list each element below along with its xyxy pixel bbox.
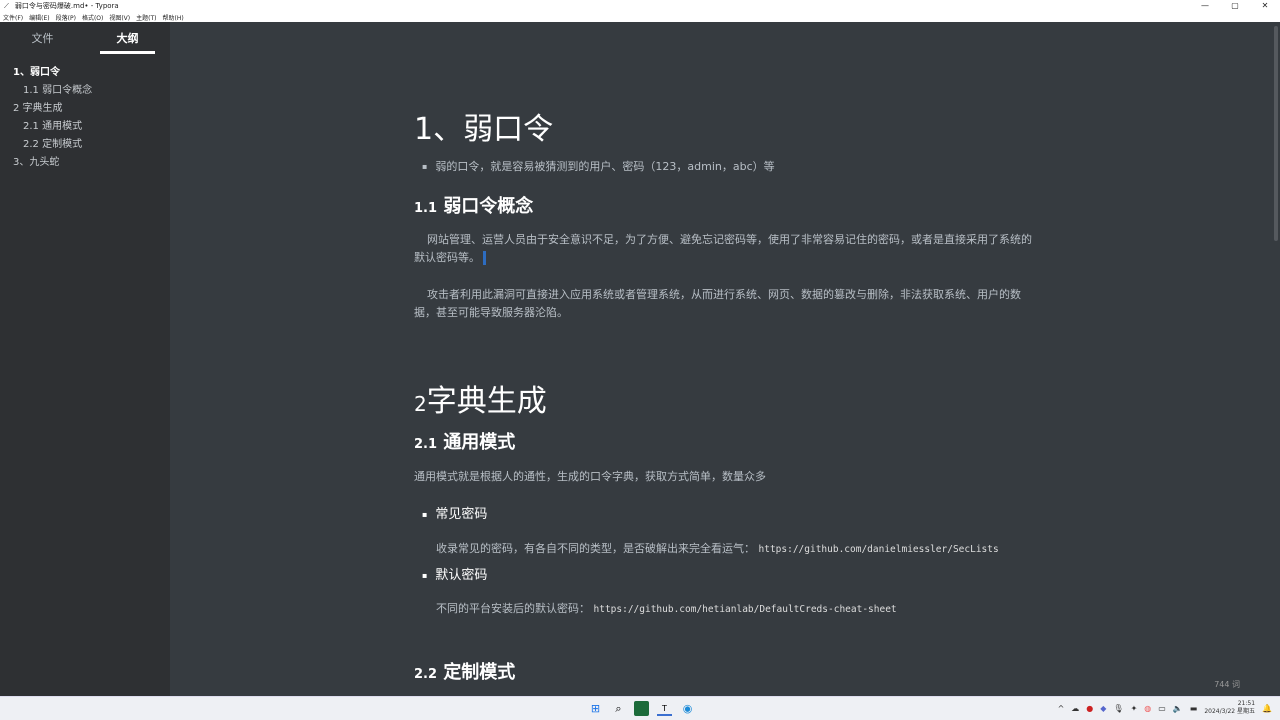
qq-icon[interactable]: ● (1086, 704, 1093, 713)
date: 2024/3/22 星期五 (1204, 708, 1256, 715)
heading-2: 2.2 定制模式 (414, 658, 515, 684)
heading-text: 弱口令概念 (443, 196, 534, 217)
minimize-button[interactable]: — (1190, 0, 1220, 12)
heading-number: 2 (414, 392, 427, 416)
maximize-button[interactable]: ▢ (1220, 0, 1250, 12)
word-count[interactable]: 744 词 (1214, 679, 1240, 690)
heading-2: 2.1 通用模式 (414, 428, 515, 454)
menu-view[interactable]: 视图(V) (109, 13, 130, 22)
paragraph-text: 收录常见的密码，有各自不同的类型，是否破解出来完全看运气： (436, 542, 755, 555)
search-icon[interactable]: ⌕ (611, 701, 626, 716)
close-button[interactable]: ✕ (1250, 0, 1280, 12)
heading-text: 字典生成 (426, 384, 547, 419)
notification-bell-icon[interactable]: 🔔 (1262, 704, 1272, 713)
heading-text: 通用模式 (443, 432, 516, 453)
menu-edit[interactable]: 编辑(E) (29, 13, 49, 22)
taskbar: ⊞ ⌕ T ◉ ^ ☁ ● ◆ 🎙 ✦ ◍ ▭ 🔈 ▬ 21:51 2024/3/… (0, 696, 1280, 720)
outline-item[interactable]: 2.1 通用模式 (0, 118, 170, 136)
outline-item[interactable]: 3、九头蛇 (0, 154, 170, 172)
pycharm-icon[interactable] (634, 701, 649, 716)
shield-icon[interactable]: ◆ (1100, 704, 1106, 713)
window-title: 弱口令与密码爆破.md• - Typora (14, 2, 119, 10)
heading-1: 1、弱口令 (414, 112, 554, 147)
paragraph: 通用模式就是根据人的通性，生成的口令字典，获取方式简单，数量众多 (414, 470, 766, 483)
edge-icon[interactable]: ◉ (680, 701, 695, 716)
outline-list: 1、弱口令 1.1 弱口令概念 2 字典生成 2.1 通用模式 2.2 定制模式… (0, 64, 170, 172)
list-item: 弱的口令，就是容易被猜测到的用户、密码（123，admin，abc）等 (422, 158, 774, 174)
menu-paragraph[interactable]: 段落(P) (56, 13, 76, 22)
paragraph: 网站管理、运营人员由于安全意识不足，为了方便、避免忘记密码等，使用了非常容易记住… (414, 231, 1034, 267)
heading-number: 1.1 (414, 201, 438, 216)
volume-icon[interactable]: 🔈 (1173, 704, 1183, 713)
url-text[interactable]: https://github.com/danielmiessler/SecLis… (759, 544, 999, 555)
url-text[interactable]: https://github.com/hetianlab/DefaultCred… (594, 604, 897, 615)
paragraph-text: 网站管理、运营人员由于安全意识不足，为了方便、避免忘记密码等，使用了非常容易记住… (414, 233, 1032, 264)
menu-format[interactable]: 格式(O) (82, 13, 103, 22)
typora-icon[interactable]: T (657, 701, 672, 716)
menu-bar: 文件(F) 编辑(E) 段落(P) 格式(O) 视图(V) 主题(T) 帮助(H… (0, 12, 1280, 22)
heading-number: 2.2 (414, 667, 438, 682)
network-icon[interactable]: ▭ (1158, 704, 1166, 713)
heading-text: 定制模式 (443, 662, 516, 683)
paragraph: 收录常见的密码，有各自不同的类型，是否破解出来完全看运气： https://gi… (436, 540, 1056, 559)
list-item: 默认密码 (422, 564, 487, 583)
battery-icon[interactable]: ▬ (1190, 704, 1198, 713)
cloud-icon[interactable]: ☁ (1071, 704, 1079, 713)
outline-item[interactable]: 2 字典生成 (0, 100, 170, 118)
paragraph: 不同的平台安装后的默认密码： https://github.com/hetian… (436, 600, 1056, 619)
heading-1: 2字典生成 (414, 376, 547, 420)
paragraph: 攻击者利用此漏洞可直接进入应用系统或者管理系统，从而进行系统、网页、数据的篡改与… (414, 288, 1021, 319)
app-icon: ⟋ (4, 1, 9, 10)
tab-files[interactable]: 文件 (0, 22, 85, 54)
scrollbar[interactable] (1274, 22, 1280, 696)
outline-item[interactable]: 1.1 弱口令概念 (0, 82, 170, 100)
heading-number: 2.1 (414, 437, 438, 452)
list-item: 常见密码 (422, 503, 487, 522)
clock[interactable]: 21:51 2024/3/22 星期五 (1204, 700, 1255, 716)
heading-2: 1.1 弱口令概念 (414, 192, 533, 218)
scrollbar-thumb[interactable] (1274, 26, 1278, 241)
outline-item[interactable]: 1、弱口令 (0, 64, 170, 82)
chevron-up-icon[interactable]: ^ (1058, 704, 1065, 713)
menu-help[interactable]: 帮助(H) (163, 13, 184, 22)
menu-file[interactable]: 文件(F) (3, 13, 23, 22)
time: 21:51 (1237, 700, 1256, 707)
app-tray-icon[interactable]: ◍ (1144, 704, 1151, 713)
tab-outline[interactable]: 大纲 (85, 22, 170, 54)
title-bar: ⟋ 弱口令与密码爆破.md• - Typora — ▢ ✕ (0, 0, 1280, 12)
windows-start-icon[interactable]: ⊞ (588, 701, 603, 716)
menu-theme[interactable]: 主题(T) (136, 13, 156, 22)
input-icon[interactable]: ✦ (1131, 704, 1138, 713)
paragraph-text: 不同的平台安装后的默认密码： (436, 602, 590, 615)
microphone-icon[interactable]: 🎙 (1113, 704, 1123, 713)
text-cursor (483, 251, 486, 265)
outline-item[interactable]: 2.2 定制模式 (0, 136, 170, 154)
sidebar: 文件 大纲 1、弱口令 1.1 弱口令概念 2 字典生成 2.1 通用模式 2.… (0, 22, 170, 696)
